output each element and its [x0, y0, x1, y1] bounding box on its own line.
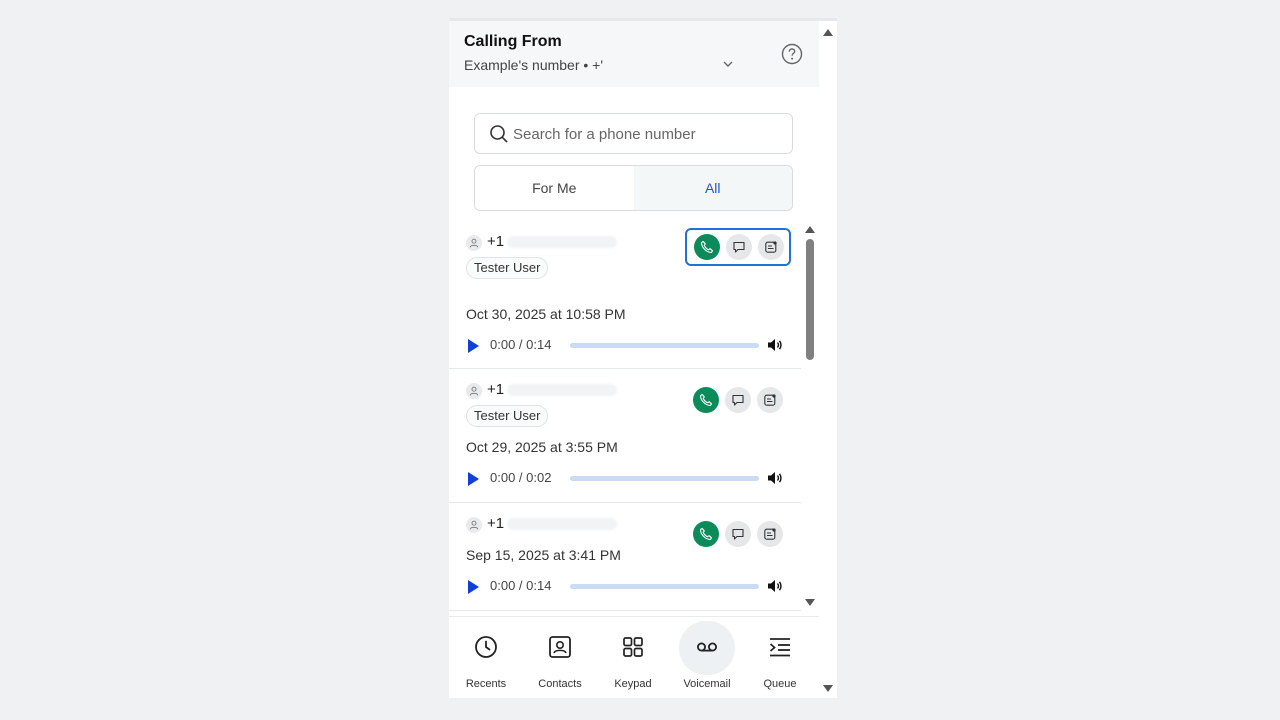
calling-from-header[interactable]: Calling From Example's number • +' — [449, 21, 819, 87]
voicemail-item: +1 Sep 15, 2025 at 3:41 PM 0:00 / 0:14 — [449, 504, 801, 611]
voicemail-date: Oct 29, 2025 at 3:55 PM — [466, 439, 618, 455]
audio-player: 0:00 / 0:02 — [466, 469, 788, 487]
phone-icon — [700, 240, 714, 254]
filter-segmented-control: For Me All — [474, 165, 793, 211]
voicemail-actions — [685, 228, 791, 266]
grid-icon — [623, 637, 643, 657]
volume-icon[interactable] — [767, 579, 783, 593]
progress-bar[interactable] — [570, 584, 759, 589]
person-icon — [466, 235, 482, 251]
chevron-down-icon[interactable] — [721, 59, 735, 69]
search-box — [474, 113, 793, 154]
filter-for-me[interactable]: For Me — [475, 166, 634, 210]
voicemail-list[interactable]: +1 Tester User Oct 30, 2025 at 10:58 PM … — [449, 222, 801, 612]
panel-scrollbar[interactable] — [819, 21, 837, 698]
nav-keypad[interactable]: Keypad — [597, 617, 669, 698]
clock-icon — [475, 636, 497, 658]
nav-label: Keypad — [614, 678, 652, 690]
redacted-number — [507, 236, 617, 248]
transcript-button[interactable] — [757, 387, 783, 413]
progress-bar[interactable] — [570, 343, 759, 348]
nav-label: Voicemail — [683, 678, 731, 690]
play-button[interactable] — [468, 472, 479, 486]
audio-player: 0:00 / 0:14 — [466, 336, 788, 354]
nav-label: Contacts — [538, 678, 582, 690]
bottom-nav: Recents Contacts Keypad Voicemail Queue — [449, 616, 819, 698]
voicemail-item: +1 Tester User Oct 29, 2025 at 3:55 PM 0… — [449, 370, 801, 503]
nav-label: Recents — [465, 678, 507, 690]
progress-bar[interactable] — [570, 476, 759, 481]
audio-player: 0:00 / 0:14 — [466, 577, 788, 595]
play-button[interactable] — [468, 339, 479, 353]
scroll-thumb[interactable] — [806, 239, 814, 360]
caller-number: +1 — [487, 233, 505, 250]
chat-bubble-icon — [732, 528, 744, 540]
nav-voicemail[interactable]: Voicemail — [671, 617, 743, 698]
help-icon[interactable] — [781, 43, 803, 65]
volume-icon[interactable] — [767, 471, 783, 485]
call-button[interactable] — [693, 521, 719, 547]
voicemail-date: Oct 30, 2025 at 10:58 PM — [466, 306, 626, 322]
queue-icon — [769, 638, 790, 657]
scroll-down-arrow-icon[interactable] — [823, 685, 833, 692]
transcript-button[interactable] — [758, 234, 784, 260]
calling-from-title: Calling From — [464, 33, 562, 50]
voicemail-actions — [685, 381, 791, 419]
chat-bubble-icon — [732, 394, 744, 406]
transcript-button[interactable] — [757, 521, 783, 547]
nav-label: Queue — [763, 678, 797, 690]
calling-panel: Calling From Example's number • +' For M… — [449, 18, 837, 698]
list-scrollbar[interactable] — [801, 222, 819, 612]
phone-icon — [699, 527, 713, 541]
play-button[interactable] — [468, 580, 479, 594]
search-icon — [490, 125, 508, 143]
nav-recents[interactable]: Recents — [450, 617, 522, 698]
voicemail-icon — [697, 642, 717, 652]
call-button[interactable] — [694, 234, 720, 260]
transcript-icon — [764, 528, 776, 540]
playback-time: 0:00 / 0:02 — [490, 470, 552, 485]
filter-all[interactable]: All — [633, 166, 792, 210]
contact-tag: Tester User — [466, 257, 549, 279]
message-button[interactable] — [725, 387, 751, 413]
chat-bubble-icon — [733, 241, 745, 253]
caller-number: +1 — [487, 515, 505, 532]
person-icon — [466, 383, 482, 399]
phone-icon — [699, 393, 713, 407]
voicemail-item: +1 Tester User Oct 30, 2025 at 10:58 PM … — [449, 222, 801, 369]
nav-contacts[interactable]: Contacts — [524, 617, 596, 698]
voicemail-actions — [685, 515, 791, 553]
playback-time: 0:00 / 0:14 — [490, 578, 552, 593]
message-button[interactable] — [726, 234, 752, 260]
calling-from-number: Example's number • +' — [464, 57, 604, 73]
redacted-number — [507, 384, 617, 396]
scroll-up-arrow-icon[interactable] — [805, 226, 815, 233]
transcript-icon — [765, 241, 777, 253]
contact-tag: Tester User — [466, 405, 549, 427]
caller-number: +1 — [487, 381, 505, 398]
contact-card-icon — [549, 636, 571, 658]
scroll-up-arrow-icon[interactable] — [823, 29, 833, 36]
transcript-icon — [764, 394, 776, 406]
scroll-down-arrow-icon[interactable] — [805, 599, 815, 606]
nav-queue[interactable]: Queue — [744, 617, 816, 698]
message-button[interactable] — [725, 521, 751, 547]
redacted-number — [507, 518, 617, 530]
volume-icon[interactable] — [767, 338, 783, 352]
call-button[interactable] — [693, 387, 719, 413]
voicemail-date: Sep 15, 2025 at 3:41 PM — [466, 547, 621, 563]
search-input[interactable] — [513, 122, 783, 146]
playback-time: 0:00 / 0:14 — [490, 337, 552, 352]
person-icon — [466, 517, 482, 533]
